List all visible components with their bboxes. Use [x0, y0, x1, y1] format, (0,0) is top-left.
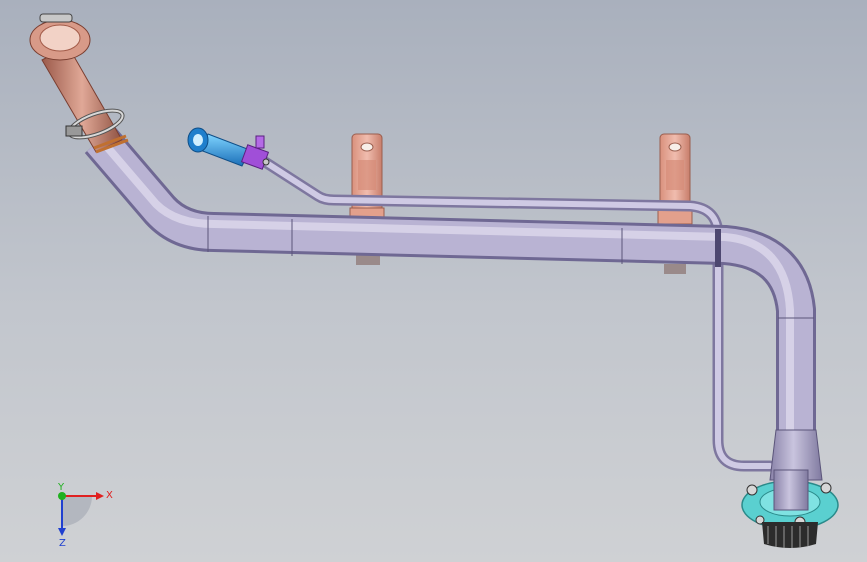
pipe-assembly-model[interactable]: X Y Z [0, 0, 867, 562]
vent-fitting[interactable] [187, 127, 270, 170]
y-axis-label: Y [57, 482, 65, 493]
tank-flange-assembly[interactable] [741, 429, 839, 548]
coordinate-triad-icon: X Y Z [57, 482, 113, 549]
z-axis-label: Z [59, 538, 66, 549]
cad-viewport[interactable]: X Y Z [0, 0, 867, 562]
main-fuel-pipe[interactable] [84, 126, 816, 440]
thin-return-tube[interactable] [256, 154, 776, 472]
x-axis-label: X [106, 490, 113, 501]
filler-hose[interactable] [29, 13, 129, 154]
